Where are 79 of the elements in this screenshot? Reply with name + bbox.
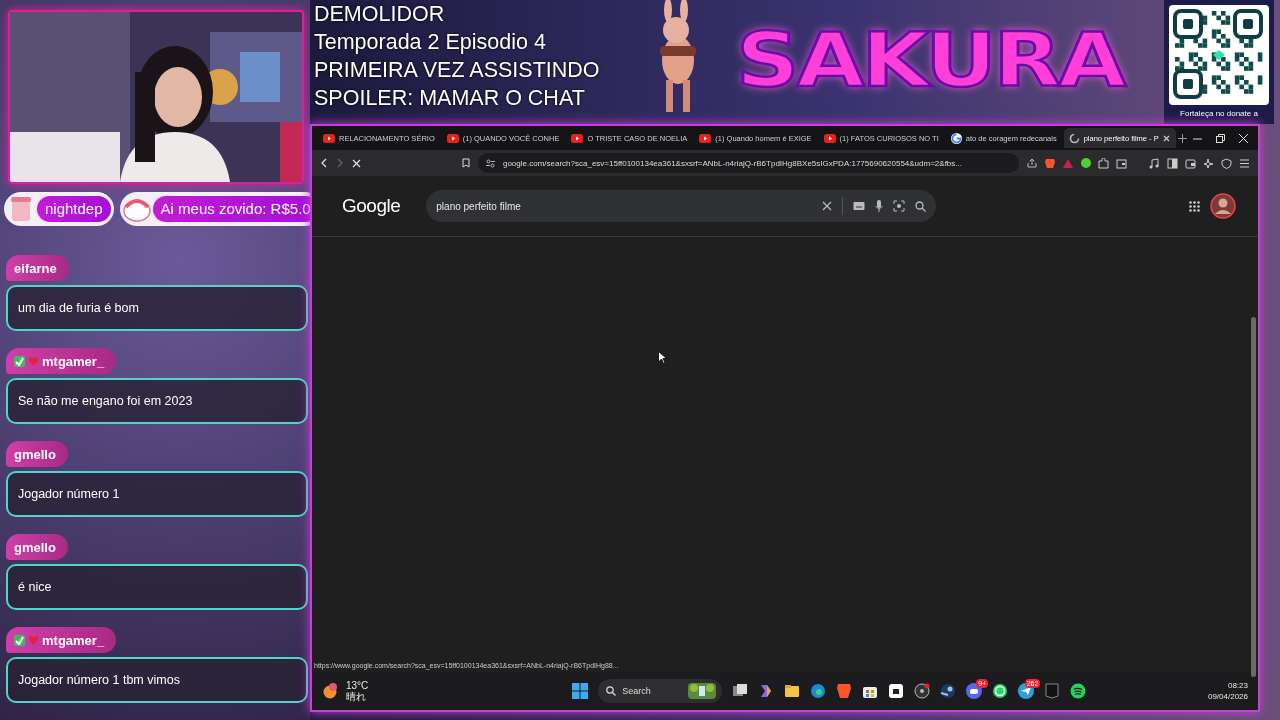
game-launcher-icon[interactable] [1044, 683, 1061, 699]
video-play-icon [699, 133, 712, 143]
stream-title-line: PRIMEIRA VEZ ASSISTINDO [314, 57, 601, 84]
check-badge-icon [14, 634, 25, 646]
restore-icon[interactable] [1216, 133, 1225, 143]
wallet-icon[interactable] [1116, 157, 1127, 169]
chat-message: Jogador número 1 tbm vimos [6, 657, 308, 703]
chat-message: Se não me engano foi em 2023 [6, 378, 308, 424]
music-app-icon[interactable] [1070, 683, 1087, 699]
camera-app-icon[interactable] [914, 683, 931, 699]
folder-icon[interactable] [784, 683, 801, 699]
search-field[interactable]: plano perfeito filme [426, 190, 937, 222]
stream-title-line: DEMOLIDOR [314, 1, 446, 28]
shield-icon[interactable] [1221, 157, 1232, 169]
loading-icon [1068, 132, 1080, 144]
sidebar-icon[interactable] [1167, 157, 1178, 169]
heart-badge-icon [28, 355, 39, 367]
clock-time: 08:23 [1227, 680, 1248, 691]
puzzle-icon[interactable] [1098, 157, 1109, 169]
username-tag: eifarne [6, 255, 69, 281]
logo: SAKURA [736, 17, 1126, 103]
start-icon[interactable] [572, 683, 589, 699]
search-icon[interactable] [915, 200, 927, 212]
lion-shield-icon[interactable] [836, 683, 853, 699]
qr-caption: Fortaleça no donate a [1180, 109, 1258, 118]
landscape-icon [688, 683, 717, 699]
apps-grid-icon[interactable] [1189, 200, 1200, 212]
forward-icon[interactable] [336, 158, 344, 168]
chat-message: é nice [6, 564, 308, 610]
clear-icon[interactable] [822, 201, 833, 211]
weather-condition: 晴れ [346, 691, 367, 702]
weather-icon[interactable] [322, 683, 338, 699]
check-badge-icon [14, 355, 25, 367]
username-tag: gmello [6, 534, 68, 560]
username-tag: mtgamer_ [6, 348, 117, 374]
video-play-icon [823, 133, 836, 143]
menu-icon[interactable] [1239, 157, 1250, 169]
cursor-icon [658, 351, 667, 364]
donor-name: nightdep [37, 196, 111, 222]
username-tag: mtgamer_ [6, 627, 117, 653]
avatar-icon[interactable] [1210, 193, 1236, 219]
close-icon[interactable] [1162, 134, 1170, 142]
stream-title-line: SPOILER: MAMAR O CHAT [314, 85, 586, 112]
chat-message: um dia de furia é bom [6, 285, 308, 331]
scrollbar[interactable] [1251, 317, 1256, 677]
bookmark-icon[interactable] [461, 158, 470, 168]
video-play-icon [323, 133, 335, 143]
whatsapp-icon[interactable] [992, 683, 1009, 699]
game-app-icon[interactable] [888, 683, 905, 699]
back-icon[interactable] [320, 158, 328, 168]
chat-message: Jogador número 1 [6, 471, 308, 517]
keyboard-icon[interactable] [853, 201, 866, 211]
temperature: 13°C [346, 680, 369, 691]
url-text: google.com/search?sca_esv=15ff0100134ea361&sxsrf=ANbL-n4riajQ-rB6TpdIHg8BXe5sIGxPDA:1775690620554&udm=2&fbs... [502, 158, 962, 168]
search-icon [606, 686, 617, 696]
address-bar[interactable]: google.com/search?sca_esv=15ff0100134ea361&sxsrf=ANbL-n4riajQ-rB6TpdIHg8BXe5sIGxPDA:1775690620554&udm=2&fbs... [477, 153, 1019, 173]
heart-badge-icon [28, 634, 39, 646]
google-logo[interactable]: Google [342, 195, 401, 217]
camera-icon[interactable] [893, 200, 906, 212]
stop-icon[interactable] [352, 158, 361, 168]
sparkle-icon[interactable] [1203, 157, 1214, 169]
triangle-icon[interactable] [1063, 158, 1073, 168]
site-settings-icon [485, 158, 495, 168]
username-tag: gmello [6, 441, 68, 467]
microphone-icon[interactable] [875, 200, 884, 212]
video-play-icon [571, 133, 584, 143]
task-view-icon[interactable] [732, 683, 749, 699]
music-icon[interactable] [1149, 157, 1160, 169]
lion-shield-icon[interactable] [1045, 157, 1055, 169]
wallet-icon[interactable] [1185, 157, 1196, 169]
stream-title-line: Temporada 2 Episodio 4 [314, 29, 547, 56]
close-icon[interactable] [1239, 133, 1248, 143]
status-dot-icon[interactable] [1081, 158, 1091, 168]
plus-icon[interactable] [1177, 133, 1187, 143]
video-play-icon [446, 133, 459, 143]
clock-date: 09/04/2026 [1207, 691, 1248, 702]
google-icon [950, 132, 962, 144]
taskbar-search[interactable]: Search [598, 679, 723, 703]
share-icon[interactable] [1027, 158, 1037, 168]
